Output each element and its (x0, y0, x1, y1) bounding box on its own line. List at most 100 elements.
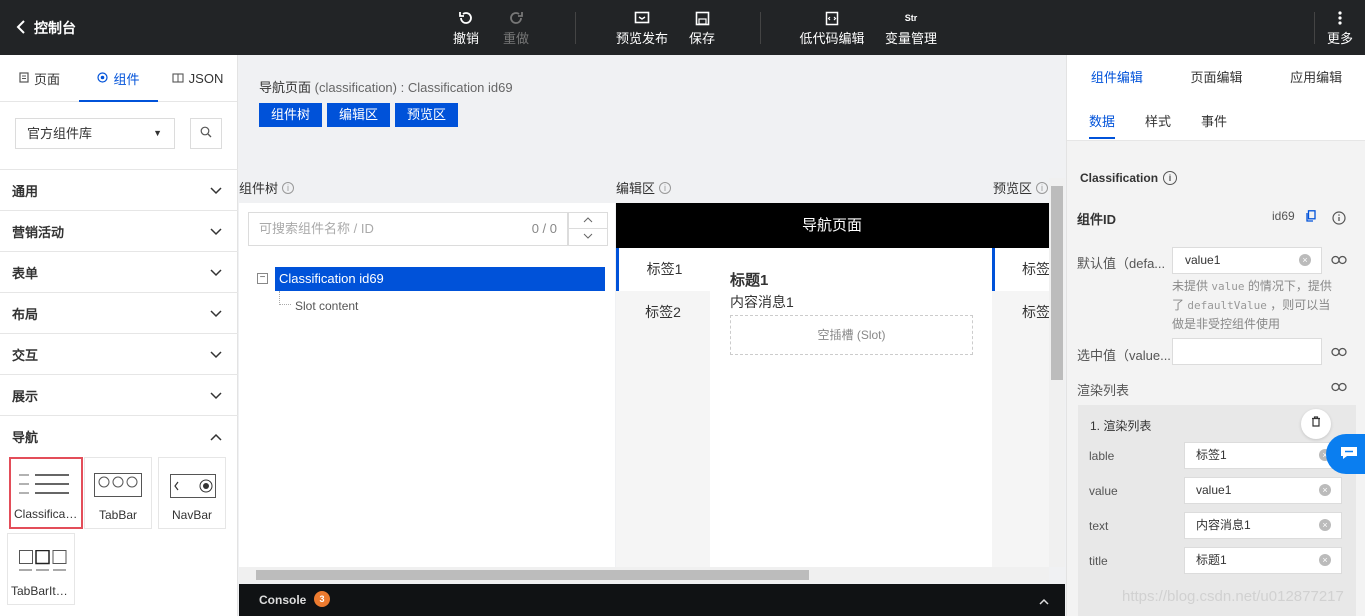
scroll-thumb[interactable] (256, 570, 809, 580)
vertical-scrollbar[interactable] (1049, 178, 1065, 567)
link-icon[interactable] (1331, 380, 1347, 395)
category-form[interactable]: 表单 (0, 251, 238, 292)
tree-node-slot[interactable]: Slot content (295, 299, 358, 313)
clear-icon[interactable]: × (1299, 254, 1311, 266)
toggle-preview-button[interactable]: 预览区 (395, 103, 459, 127)
content-title: 标题1 (730, 272, 769, 289)
tab-app-edit[interactable]: 应用编辑 (1266, 55, 1365, 101)
component-tree: 可搜索组件名称 / ID 0 / 0 − Classification id69… (239, 203, 615, 567)
preview-tab-2[interactable]: 标签2 (992, 291, 1054, 334)
toggle-editor-button[interactable]: 编辑区 (327, 103, 391, 127)
chevron-up-icon[interactable] (1039, 594, 1049, 608)
more-label: 更多 (1326, 31, 1353, 46)
hint-code: defaultValue (1187, 299, 1267, 312)
card-tabbaritem[interactable]: TabBarItem (7, 533, 75, 605)
link-icon[interactable] (1331, 253, 1347, 268)
var-manage-button[interactable]: Str 变量管理 (885, 8, 937, 47)
component-icon (97, 71, 109, 86)
category-layout[interactable]: 布局 (0, 292, 238, 333)
preview-publish-button[interactable]: 预览发布 (616, 8, 668, 47)
preview-panel-label: 预览区 i (993, 178, 1049, 197)
editor-tab-1[interactable]: 标签1 (616, 248, 710, 291)
redo-button[interactable]: 重做 (496, 8, 536, 47)
hint-text: 未提供 (1172, 279, 1209, 293)
tab-page-edit[interactable]: 页面编辑 (1167, 55, 1267, 101)
scroll-thumb[interactable] (1051, 186, 1063, 380)
category-marketing[interactable]: 营销活动 (0, 210, 238, 251)
category-general[interactable]: 通用 (0, 169, 238, 210)
selected-value-input[interactable] (1172, 338, 1322, 365)
subtab-style[interactable]: 样式 (1145, 111, 1171, 130)
preview-nav-header (992, 203, 1054, 248)
render-list-label: 渲染列表 (1077, 383, 1130, 398)
render-list-item: 1. 渲染列表 lable 标签1 × value value1 × text 内容… (1078, 405, 1356, 616)
info-icon[interactable]: i (659, 181, 672, 194)
tab-json-label: JSON (188, 70, 224, 86)
info-icon[interactable]: i (1036, 181, 1049, 194)
page-title-sub: (classification) : Classification id69 (314, 80, 513, 95)
str-icon: Str (904, 13, 918, 23)
delete-button[interactable] (1301, 409, 1331, 439)
info-icon[interactable]: i (282, 181, 295, 194)
section-title-text: Classification (1080, 171, 1159, 185)
chat-support-button[interactable] (1326, 434, 1365, 474)
card-tabbar[interactable]: TabBar (84, 457, 152, 529)
chevron-down-icon (210, 183, 222, 198)
field-value: 标题1 (1196, 553, 1227, 567)
tab-components[interactable]: 组件 (79, 55, 158, 102)
default-value-input[interactable]: value1 × (1172, 247, 1322, 274)
save-icon (692, 8, 712, 28)
category-display[interactable]: 展示 (0, 374, 238, 415)
empty-slot[interactable]: 空插槽 (Slot) (730, 315, 973, 355)
info-icon[interactable] (1332, 211, 1346, 228)
subtab-events[interactable]: 事件 (1201, 111, 1227, 130)
undo-button[interactable]: 撤销 (446, 8, 486, 47)
console-bar[interactable]: Console 3 (239, 584, 1065, 616)
category-label: 表单 (12, 265, 39, 281)
category-label: 交互 (12, 347, 39, 363)
tab-component-edit[interactable]: 组件编辑 (1067, 55, 1167, 101)
card-classification[interactable]: Classificat... (9, 457, 83, 529)
clear-icon[interactable]: × (1319, 519, 1331, 531)
editor-tab-2[interactable]: 标签2 (616, 291, 710, 334)
tab-page[interactable]: 页面 (0, 55, 79, 101)
console-count-badge: 3 (314, 591, 330, 607)
tab-page-label: 页面 (33, 71, 60, 87)
more-vertical-icon (1330, 8, 1350, 28)
subtab-data[interactable]: 数据 (1089, 111, 1116, 139)
collapse-icon[interactable]: − (257, 273, 268, 284)
tree-node-classification[interactable]: Classification id69 (275, 267, 605, 291)
info-icon[interactable]: i (1163, 171, 1178, 185)
preview-tab-1[interactable]: 标签1 (992, 248, 1054, 291)
toggle-tree-button[interactable]: 组件树 (259, 103, 323, 127)
card-navbar[interactable]: NavBar (158, 457, 226, 529)
preview-tab-sidebar: 标签1 标签2 (992, 248, 1054, 567)
divider (1314, 12, 1315, 44)
caret-down-icon: ▼ (153, 128, 162, 138)
clear-icon[interactable]: × (1319, 484, 1331, 496)
save-button[interactable]: 保存 (682, 8, 722, 47)
tab-json[interactable]: JSON (158, 55, 237, 101)
step-down-button[interactable] (569, 229, 607, 245)
field-input[interactable]: 标签1 × (1184, 442, 1342, 469)
field-input[interactable]: value1 × (1184, 477, 1342, 504)
field-input[interactable]: 标题1 × (1184, 547, 1342, 574)
property-subtabs: 数据 样式 事件 (1067, 101, 1365, 141)
tree-panel-title: 组件树 (239, 181, 279, 196)
back-to-console-button[interactable]: 控制台 (16, 18, 76, 38)
lowcode-edit-button[interactable]: 低代码编辑 (800, 8, 865, 47)
horizontal-scrollbar[interactable] (239, 567, 1049, 583)
category-interaction[interactable]: 交互 (0, 333, 238, 374)
link-icon[interactable] (1331, 345, 1347, 360)
library-select[interactable]: 官方组件库 ▼ (15, 118, 175, 149)
field-key: lable (1089, 449, 1115, 463)
library-search-button[interactable] (190, 118, 222, 149)
field-input[interactable]: 内容消息1 × (1184, 512, 1342, 539)
category-navigation[interactable]: 导航 (0, 415, 238, 456)
default-value-hint: 未提供 value 的情况下，提供了 defaultValue ，则可以当做是非… (1172, 277, 1332, 333)
copy-icon[interactable] (1306, 210, 1316, 225)
more-button[interactable]: 更多 (1320, 8, 1360, 47)
step-up-button[interactable] (569, 213, 607, 229)
tree-search-input[interactable]: 可搜索组件名称 / ID 0 / 0 (248, 212, 568, 246)
clear-icon[interactable]: × (1319, 554, 1331, 566)
